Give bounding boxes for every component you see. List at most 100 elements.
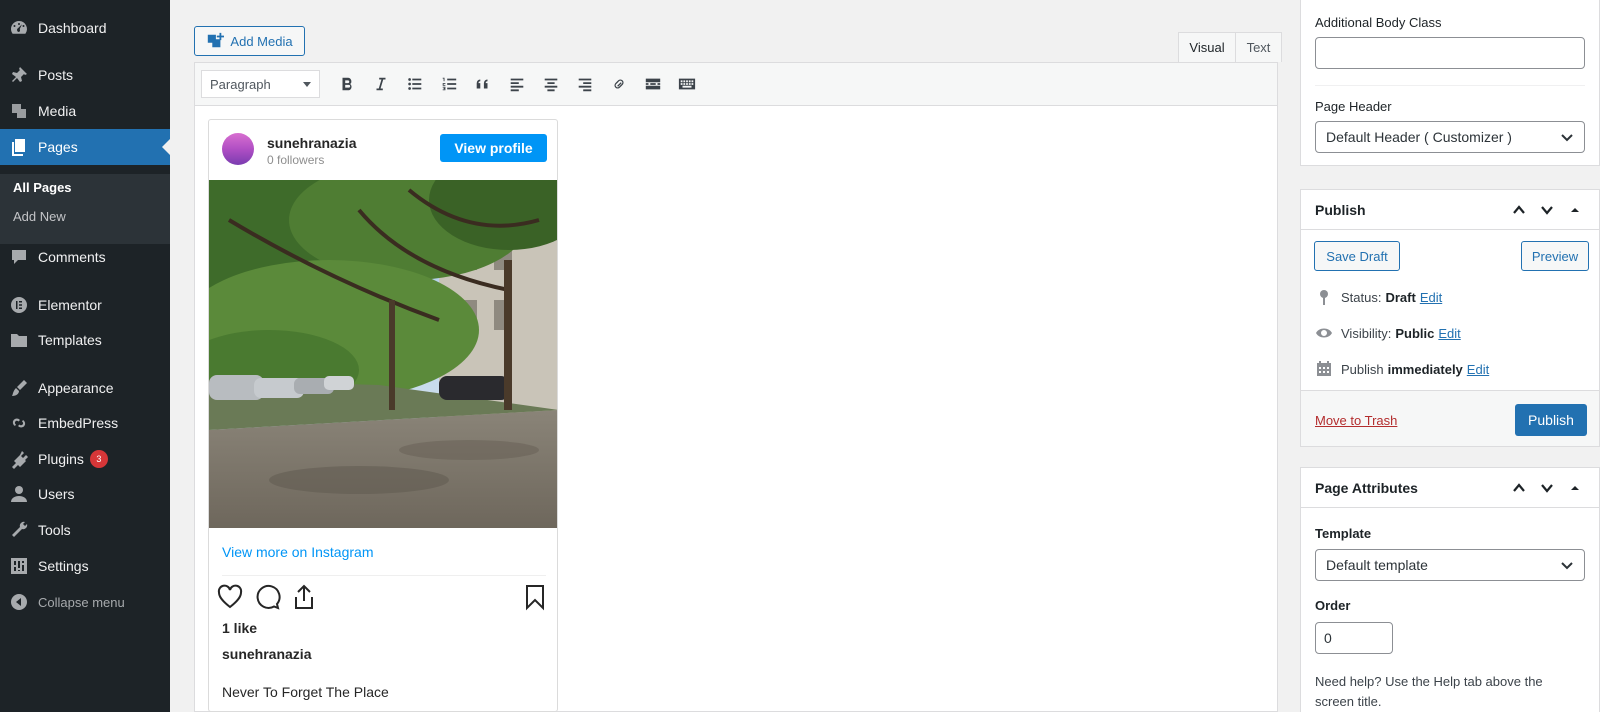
bullet-list-button[interactable]: [398, 69, 432, 99]
divider: [1315, 85, 1585, 86]
share-icon: [295, 584, 313, 609]
preview-button[interactable]: Preview: [1521, 241, 1589, 271]
template-value: Default template: [1326, 557, 1428, 573]
collapse-menu-button[interactable]: Collapse menu: [0, 584, 170, 620]
view-profile-button[interactable]: View profile: [440, 134, 547, 162]
comment-button[interactable]: [253, 583, 281, 611]
edit-status-link[interactable]: Edit: [1420, 290, 1442, 305]
submenu-all-pages[interactable]: All Pages: [13, 180, 72, 195]
page-attributes-box: Page Attributes Template Default templat…: [1300, 467, 1600, 712]
save-post-button[interactable]: [521, 583, 549, 611]
publish-box-title: Publish: [1315, 202, 1366, 218]
numbered-list-icon: [442, 77, 457, 91]
add-media-button[interactable]: Add Media: [194, 26, 305, 56]
read-more-button[interactable]: [636, 69, 670, 99]
align-center-button[interactable]: [534, 69, 568, 99]
page-header-value: Default Header ( Customizer ): [1326, 129, 1512, 145]
italic-button[interactable]: [364, 69, 398, 99]
page-attributes-header: Page Attributes: [1301, 468, 1600, 508]
numbered-list-button[interactable]: [432, 69, 466, 99]
align-right-icon: [578, 78, 592, 92]
menu-label: Plugins: [38, 451, 84, 467]
chevron-up-icon: [1513, 205, 1525, 214]
menu-item-plugins[interactable]: Plugins 3: [0, 441, 170, 477]
status-label: Status:: [1341, 289, 1382, 305]
menu-item-appearance[interactable]: Appearance: [0, 370, 170, 406]
schedule-row: Publish immediately Edit: [1315, 360, 1489, 378]
toggle-panel-button[interactable]: [1565, 200, 1585, 220]
editor-toolbar: Paragraph: [194, 62, 1278, 106]
align-left-icon: [510, 78, 524, 92]
eye-icon: [1316, 328, 1332, 338]
user-icon: [0, 484, 38, 504]
view-more-on-instagram-link[interactable]: View more on Instagram: [222, 544, 373, 560]
toolbar-toggle-button[interactable]: [670, 69, 704, 99]
visibility-row: Visibility: Public Edit: [1315, 324, 1461, 342]
menu-item-tools[interactable]: Tools: [0, 512, 170, 548]
chevron-up-icon: [1513, 483, 1525, 492]
publish-actions: Move to Trash Publish: [1301, 390, 1599, 446]
menu-label: Elementor: [38, 297, 102, 313]
submenu-add-new[interactable]: Add New: [13, 209, 66, 224]
align-right-button[interactable]: [568, 69, 602, 99]
move-up-button[interactable]: [1509, 200, 1529, 220]
edit-visibility-link[interactable]: Edit: [1438, 326, 1460, 341]
save-draft-button[interactable]: Save Draft: [1314, 241, 1400, 271]
status-row: Status: Draft Edit: [1315, 288, 1442, 306]
menu-item-embedpress[interactable]: EmbedPress: [0, 405, 170, 441]
status-value: Draft: [1385, 289, 1416, 305]
menu-label: Dashboard: [38, 20, 107, 36]
order-input[interactable]: [1315, 622, 1393, 654]
move-to-trash-link[interactable]: Move to Trash: [1315, 413, 1397, 428]
publish-button[interactable]: Publish: [1515, 404, 1587, 436]
move-up-button[interactable]: [1509, 478, 1529, 498]
bold-button[interactable]: [330, 69, 364, 99]
menu-label: Pages: [38, 139, 78, 155]
publish-box: Publish Save Draft Preview Status: Draft…: [1300, 189, 1600, 447]
blockquote-button[interactable]: [466, 69, 500, 99]
menu-item-elementor[interactable]: Elementor: [0, 287, 170, 323]
menu-item-settings[interactable]: Settings: [0, 548, 170, 584]
chevron-down-icon: [1541, 484, 1553, 493]
menu-label: Users: [38, 486, 75, 502]
pages-submenu: All Pages Add New: [0, 174, 170, 244]
avatar[interactable]: [222, 133, 254, 165]
format-select[interactable]: Paragraph: [201, 70, 320, 98]
move-down-button[interactable]: [1537, 200, 1557, 220]
tab-visual[interactable]: Visual: [1178, 32, 1236, 62]
caption-username[interactable]: sunehranazia: [222, 646, 311, 662]
menu-item-posts[interactable]: Posts: [0, 57, 170, 93]
menu-item-pages[interactable]: Pages: [0, 129, 170, 165]
instagram-embed: sunehranazia 0 followers View profile Vi…: [208, 119, 558, 712]
move-down-button[interactable]: [1537, 478, 1557, 498]
menu-item-templates[interactable]: Templates: [0, 322, 170, 358]
chevron-down-icon: [303, 81, 311, 87]
dashboard-icon: [0, 18, 38, 38]
calendar-icon: [1317, 361, 1331, 376]
menu-item-media[interactable]: Media: [0, 93, 170, 129]
insert-link-button[interactable]: [602, 69, 636, 99]
instagram-username[interactable]: sunehranazia: [267, 135, 356, 151]
edit-schedule-link[interactable]: Edit: [1467, 362, 1489, 377]
read-more-icon: [645, 78, 661, 90]
menu-item-dashboard[interactable]: Dashboard: [0, 10, 170, 46]
menu-item-comments[interactable]: Comments: [0, 239, 170, 275]
menu-label: Settings: [38, 558, 89, 574]
align-left-button[interactable]: [500, 69, 534, 99]
tab-text[interactable]: Text: [1236, 32, 1282, 62]
menu-label: Comments: [38, 249, 106, 265]
menu-item-users[interactable]: Users: [0, 476, 170, 512]
link-icon: [614, 79, 624, 89]
add-media-label: Add Media: [230, 33, 293, 49]
like-button[interactable]: [216, 583, 244, 611]
share-button[interactable]: [290, 583, 318, 611]
page-header-select[interactable]: Default Header ( Customizer ): [1315, 121, 1585, 153]
template-select[interactable]: Default template: [1315, 549, 1585, 581]
body-class-input[interactable]: [1315, 37, 1585, 69]
media-icon: [0, 101, 38, 121]
visibility-value: Public: [1395, 325, 1435, 341]
page-attributes-title: Page Attributes: [1315, 480, 1418, 496]
chevron-down-icon: [1541, 206, 1553, 215]
instagram-photo[interactable]: [209, 180, 558, 528]
toggle-panel-button[interactable]: [1565, 478, 1585, 498]
